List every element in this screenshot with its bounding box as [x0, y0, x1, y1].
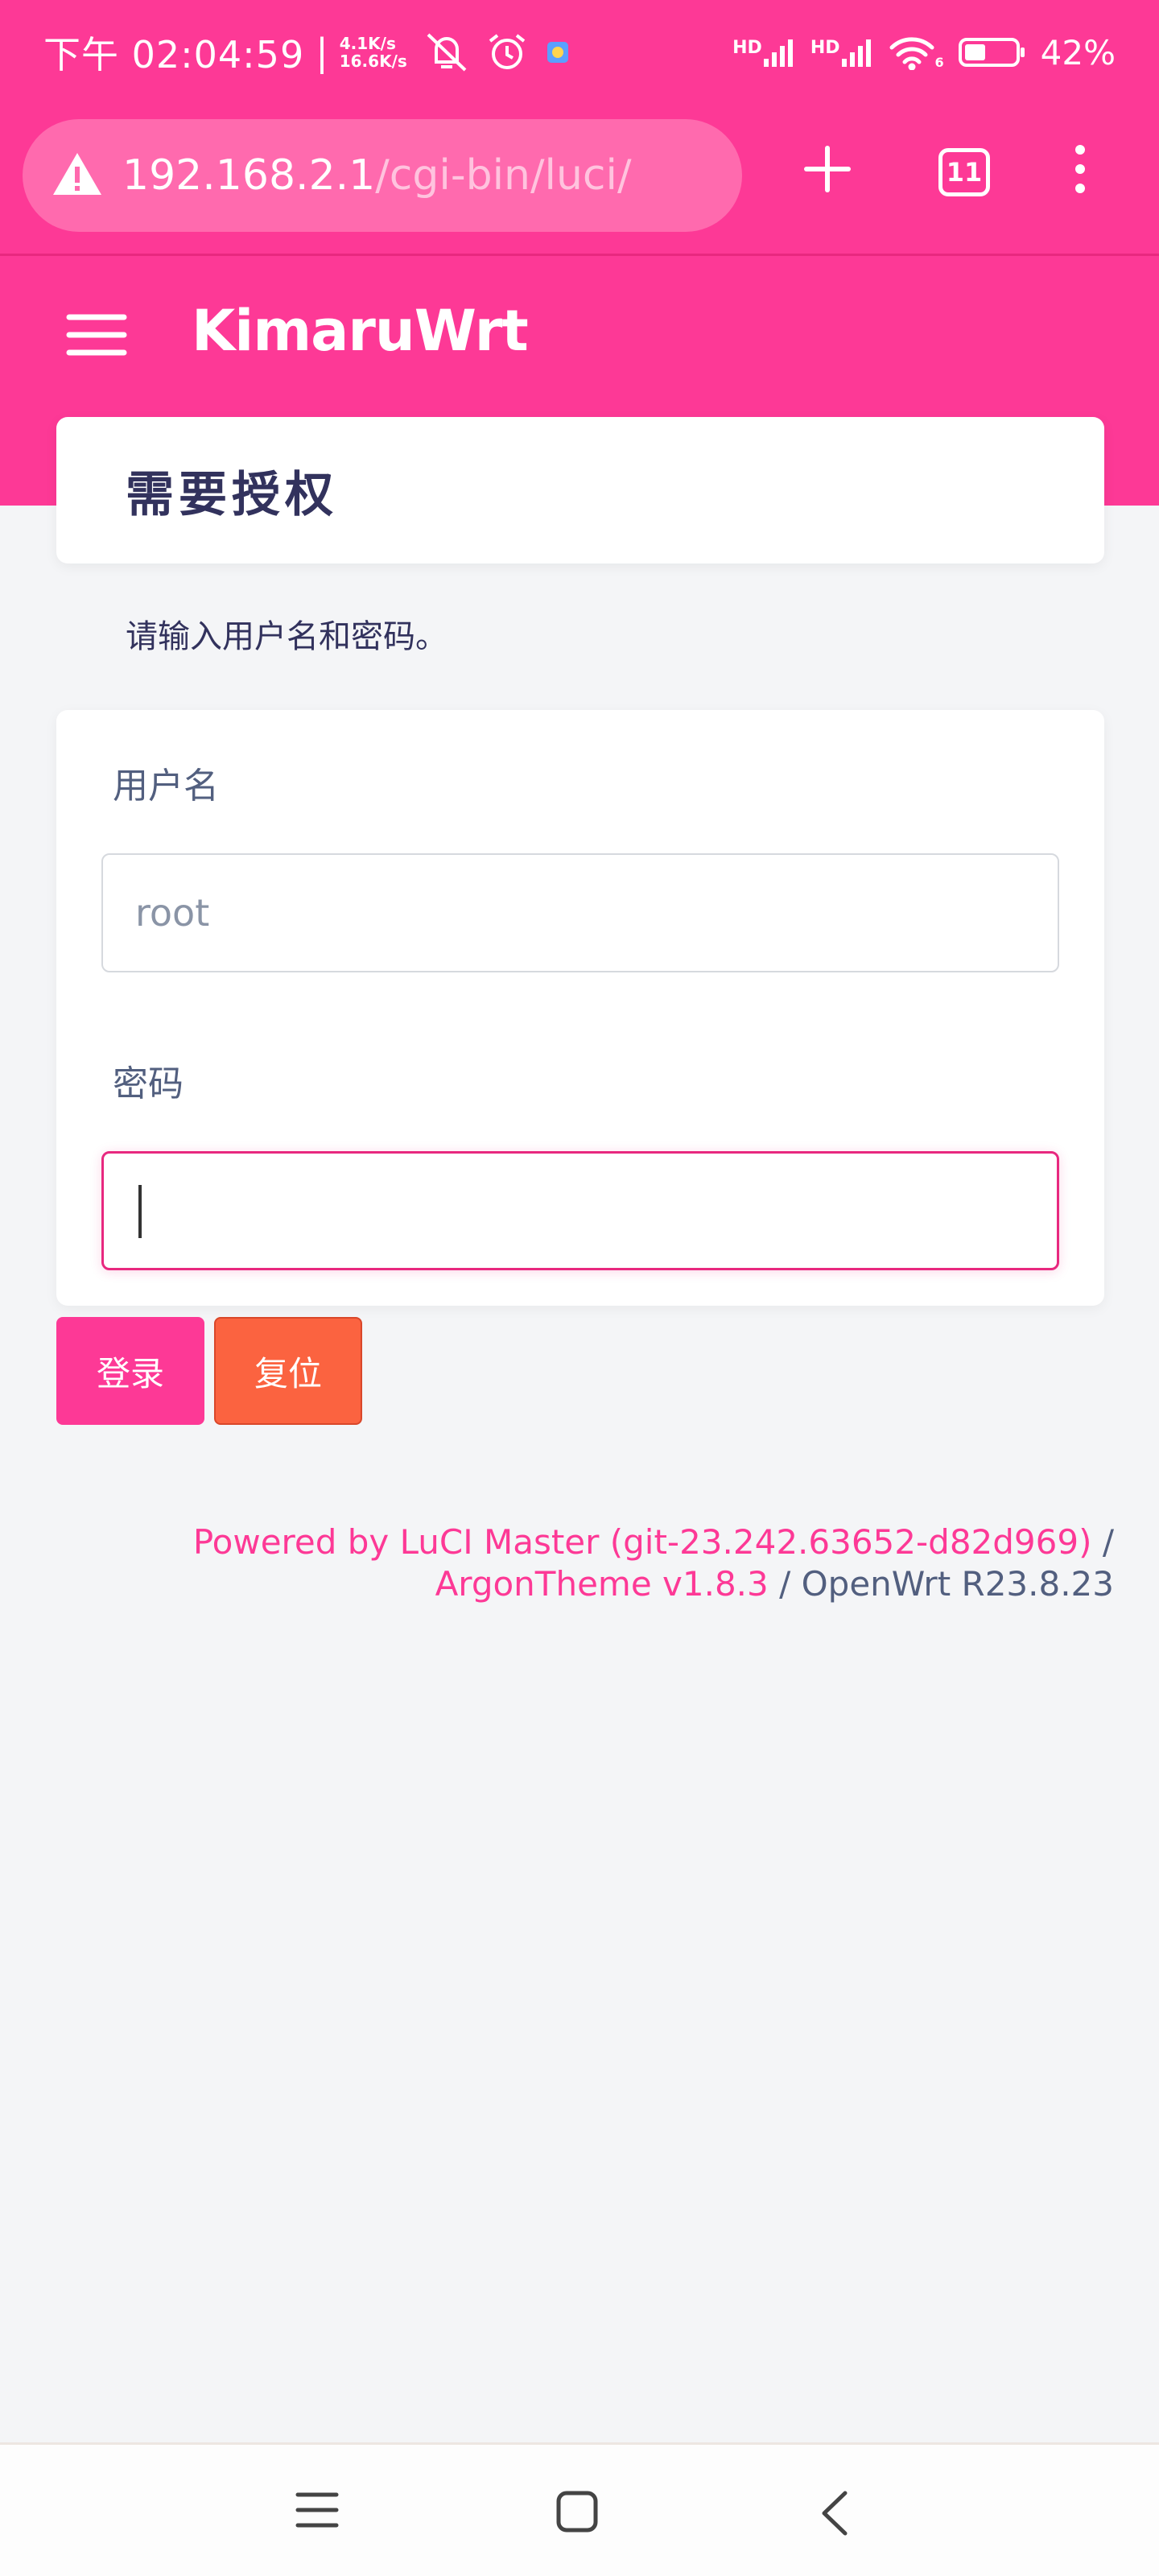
more-menu-button[interactable]	[1064, 143, 1096, 195]
recents-button[interactable]	[295, 2490, 340, 2530]
footer-separator: /	[1091, 1522, 1114, 1562]
luci-link[interactable]: Powered by LuCI Master (git-23.242.63652…	[193, 1522, 1092, 1562]
page-title-card: 需要授权	[56, 417, 1104, 564]
status-bar: 下午 02:04:59 | 4.1K/s 16.6K/s HD HD 6 42%	[0, 0, 1159, 105]
chevron-left-icon	[822, 2491, 848, 2536]
password-input[interactable]	[101, 1151, 1059, 1270]
alarm-icon	[486, 31, 528, 73]
argon-theme-link[interactable]: ArgonTheme v1.8.3	[435, 1564, 769, 1604]
signal-bars-icon	[763, 39, 793, 67]
home-square-icon	[556, 2491, 598, 2533]
hamburger-menu-icon[interactable]	[66, 312, 127, 357]
brand-logo[interactable]: KimaruWrt	[192, 298, 529, 364]
app-notification-icon	[544, 39, 571, 66]
page-title: 需要授权	[126, 466, 338, 523]
reset-button[interactable]: 复位	[214, 1317, 362, 1425]
page-footer: Powered by LuCI Master (git-23.242.63652…	[68, 1521, 1114, 1605]
warning-icon[interactable]	[52, 151, 103, 200]
login-button[interactable]: 登录	[56, 1317, 204, 1425]
more-vert-icon	[1075, 145, 1085, 193]
battery-percent: 42%	[1040, 32, 1116, 72]
cellular-signal-1: HD	[732, 38, 796, 67]
login-form: 用户名 密码	[56, 710, 1104, 1306]
browser-toolbar: 192.168.2.1/cgi-bin/luci/ 11	[0, 105, 1159, 256]
url-text[interactable]: 192.168.2.1/cgi-bin/luci/	[122, 151, 632, 200]
app-header: KimaruWrt	[0, 256, 1159, 417]
network-speed: 4.1K/s 16.6K/s	[340, 35, 407, 70]
speed-up: 4.1K/s	[339, 34, 396, 53]
username-label: 用户名	[113, 766, 219, 807]
battery-icon	[958, 36, 1026, 68]
address-bar[interactable]: 192.168.2.1/cgi-bin/luci/	[23, 119, 742, 232]
new-tab-button[interactable]	[802, 143, 853, 195]
status-separator: |	[316, 31, 328, 74]
tab-count: 11	[946, 157, 983, 188]
home-button[interactable]	[555, 2490, 599, 2533]
text-cursor	[138, 1185, 142, 1238]
wifi-icon: 6	[889, 35, 944, 70]
menu-lines-icon	[295, 2492, 339, 2528]
username-input[interactable]	[101, 853, 1059, 972]
tabs-button[interactable]: 11	[938, 148, 990, 196]
login-hint: 请输入用户名和密码。	[126, 618, 448, 655]
back-button[interactable]	[818, 2490, 850, 2537]
url-host: 192.168.2.1	[122, 151, 376, 200]
system-nav-bar	[0, 2442, 1159, 2576]
signal-bars-icon	[841, 39, 871, 67]
plus-icon	[804, 146, 851, 192]
cellular-signal-2: HD	[810, 38, 874, 67]
password-label: 密码	[113, 1063, 184, 1104]
url-path: /cgi-bin/luci/	[375, 151, 632, 200]
bell-muted-icon	[423, 31, 470, 73]
status-time: 下午 02:04:59	[43, 33, 305, 76]
footer-version: / OpenWrt R23.8.23	[768, 1564, 1114, 1604]
speed-down: 16.6K/s	[339, 52, 407, 71]
